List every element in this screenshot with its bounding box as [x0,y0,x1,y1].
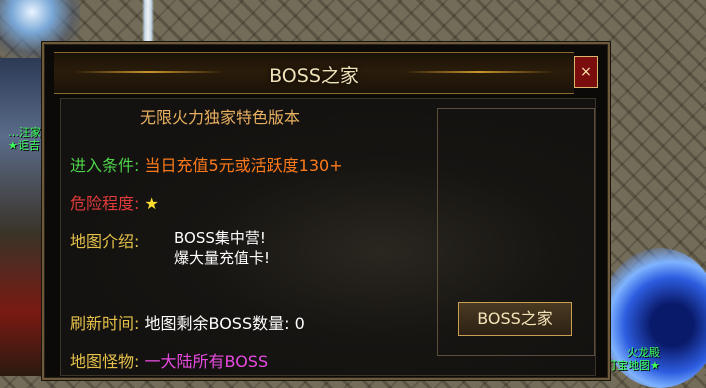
dialog-title: BOSS之家 [269,65,359,87]
refresh-time-label: 刷新时间: [70,314,140,333]
npc-left-line1: …汪家 [8,126,41,139]
portal-label-line2: 打宝地图★ [606,359,660,372]
map-monsters-value: 一大陆所有BOSS [144,352,269,371]
boss-count-value: 地图剩余BOSS数量: 0 [144,314,305,333]
map-monsters-label: 地图怪物: [70,352,140,371]
map-monsters-row: 地图怪物: 一大陆所有BOSS [70,348,268,372]
refresh-time-row: 刷新时间: 地图剩余BOSS数量: 0 [70,310,305,334]
npc-name-left[interactable]: …汪家 ★讵吉 [8,126,41,152]
entry-condition-label: 进入条件: [70,156,140,175]
star-icon: ★ [144,194,159,213]
close-icon: × [580,64,592,80]
danger-level-label: 危险程度: [70,194,140,213]
boss-home-dialog: BOSS之家 × 无限火力独家特色版本 进入条件: 当日充值5元或活跃度130+… [42,42,610,380]
map-intro-line1: BOSS集中营! [174,229,266,247]
map-intro-text: BOSS集中营! 爆大量充值卡! [174,228,270,268]
map-intro-line2: 爆大量充值卡! [174,249,271,267]
entry-condition-value: 当日充值5元或活跃度130+ [144,156,343,175]
map-intro-label: 地图介绍: [70,232,140,251]
portal-label[interactable]: 火龙殿 打宝地图★ [606,346,660,372]
version-subtitle: 无限火力独家特色版本 [140,108,301,127]
dialog-title-bar: BOSS之家 [54,52,574,94]
npc-left-line2: ★讵吉 [8,139,40,152]
danger-level-row: 危险程度: ★ [70,190,159,214]
portal-label-line1: 火龙殿 [626,346,660,359]
boss-home-button[interactable]: BOSS之家 [458,302,572,336]
map-intro-row: 地图介绍: [70,228,139,252]
light-beam [142,0,154,42]
entry-condition-row: 进入条件: 当日充值5元或活跃度130+ [70,152,343,176]
close-button[interactable]: × [574,56,598,88]
